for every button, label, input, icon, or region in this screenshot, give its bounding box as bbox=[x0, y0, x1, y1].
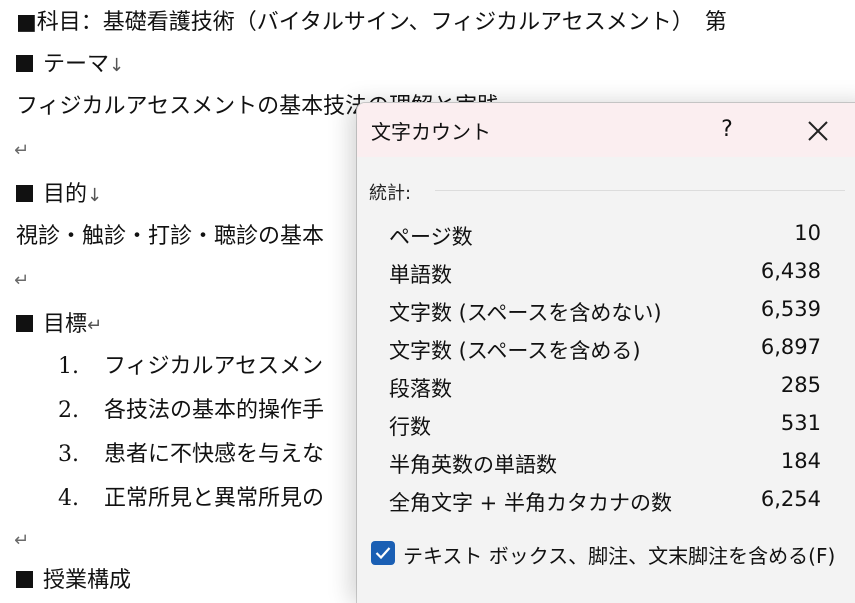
next-heading: 授業構成 bbox=[16, 566, 131, 596]
include-textboxes-label: テキスト ボックス、脚注、文末脚注を含める(F) bbox=[403, 544, 836, 568]
include-textboxes-checkbox[interactable]: テキスト ボックス、脚注、文末脚注を含める(F) bbox=[371, 539, 855, 569]
purpose-text: 視診・触診・打診・聴診の基本 bbox=[16, 224, 325, 249]
square-bullet-icon bbox=[16, 571, 33, 588]
square-bullet-icon bbox=[16, 55, 33, 72]
word-count-dialog: 文字カウント ? 統計: ページ数 10 単語数 6,438 文字数 (スペースを含… bbox=[357, 103, 855, 603]
line-break-mark: ↓ bbox=[109, 55, 125, 76]
paragraph-mark: ↵ bbox=[14, 530, 30, 551]
goal-item: 2. 各技法の基本的操作手 bbox=[58, 398, 325, 423]
line-break-mark: ↓ bbox=[87, 185, 103, 206]
theme-heading: テーマ↓ bbox=[16, 50, 124, 81]
goal-item: 1. フィジカルアセスメン bbox=[58, 354, 324, 379]
goal-item: 3. 患者に不快感を与えな bbox=[58, 442, 325, 467]
square-bullet-icon bbox=[16, 315, 33, 332]
purpose-heading: 目的↓ bbox=[16, 180, 102, 211]
dialog-title: 文字カウント bbox=[371, 120, 491, 144]
stat-row-fullwidth-chars: 全角文字 + 半角カタカナの数 6,254 bbox=[389, 487, 821, 515]
stat-row-chars-with-spaces: 文字数 (スペースを含める) 6,897 bbox=[389, 335, 821, 363]
dialog-title-bar[interactable]: 文字カウント ? bbox=[357, 103, 855, 157]
stat-row-halfwidth-words: 半角英数の単語数 184 bbox=[389, 449, 821, 477]
paragraph-mark: ↵ bbox=[14, 270, 30, 291]
subject-line: ■科目：基礎看護技術（バイタルサイン、フィジカルアセスメント） 第 bbox=[16, 10, 727, 35]
stats-label: 統計: bbox=[369, 183, 412, 204]
stat-row-paragraphs: 段落数 285 bbox=[389, 373, 821, 401]
paragraph-mark: ↵ bbox=[87, 315, 103, 336]
stat-row-chars-no-spaces: 文字数 (スペースを含めない) 6,539 bbox=[389, 297, 821, 325]
stats-divider bbox=[435, 190, 845, 191]
close-icon bbox=[808, 121, 828, 141]
goals-heading: 目標↵ bbox=[16, 310, 102, 341]
stat-row-pages: ページ数 10 bbox=[389, 221, 821, 249]
goal-item: 4. 正常所見と異常所見の bbox=[58, 486, 325, 511]
stat-row-lines: 行数 531 bbox=[389, 411, 821, 439]
stat-row-words: 単語数 6,438 bbox=[389, 259, 821, 287]
square-bullet-icon bbox=[16, 185, 33, 202]
help-button[interactable]: ? bbox=[709, 113, 745, 147]
close-button[interactable] bbox=[797, 113, 837, 147]
checkbox-checked-icon bbox=[371, 541, 395, 565]
paragraph-mark: ↵ bbox=[14, 140, 30, 161]
